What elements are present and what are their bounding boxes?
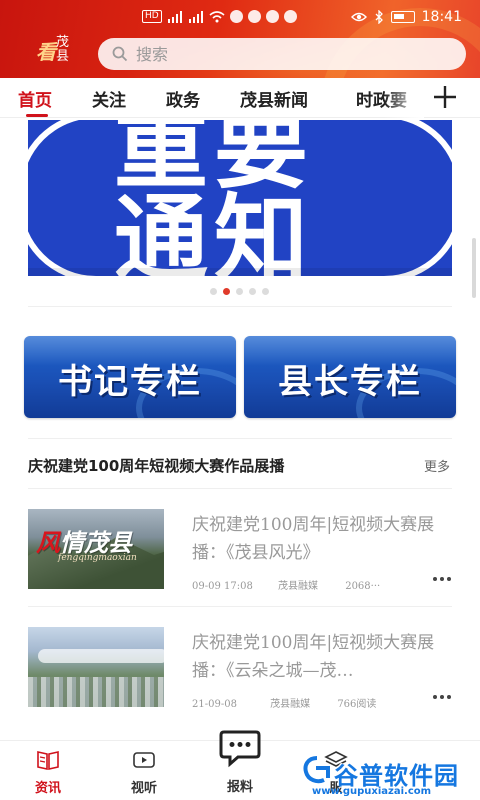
carousel-indicator — [210, 288, 269, 295]
carousel-dot[interactable] — [210, 288, 217, 295]
news-meta: 09-09 17:08 茂县融媒 2068··· — [192, 577, 432, 592]
divider — [28, 438, 452, 439]
banner-line-1: 重要 — [114, 120, 315, 202]
nav-news[interactable]: 资讯 — [8, 741, 88, 800]
news-title: 庆祝建党100周年|短视频大赛展播：《茂县风光》 — [192, 515, 435, 563]
thumbnail-town — [28, 677, 164, 707]
status-right: 18:41 — [350, 9, 462, 25]
news-date: 21-09-08 — [192, 699, 237, 710]
news-source: 茂县融媒 — [270, 699, 311, 710]
watermark-url: www.gupuxiazai.com — [312, 786, 432, 797]
secretary-column-label: 书记专栏 — [58, 362, 202, 402]
more-link[interactable]: 更多 — [424, 456, 450, 475]
tab-maoxian-news[interactable]: 茂县新闻 — [240, 86, 308, 111]
banner-shadow — [28, 268, 452, 276]
news-meta: 21-09-08 茂县融媒 766阅读 — [192, 695, 432, 710]
search-bar[interactable] — [98, 38, 466, 70]
banner-headline: 重要 通知 — [114, 120, 374, 276]
news-reads: 766阅读 — [337, 699, 377, 710]
search-icon — [112, 46, 128, 62]
secretary-column-button[interactable]: 书记专栏 — [24, 336, 236, 418]
thumbnail-clouds — [38, 649, 164, 663]
news-title: 庆祝建党100周年|短视频大赛展播：《云朵之城—茂… — [192, 633, 435, 681]
carousel-dot[interactable] — [236, 288, 243, 295]
search-input[interactable] — [136, 44, 416, 64]
thumbnail-subcaption: fengqingmaoxian — [58, 553, 137, 563]
nav-report-label: 报料 — [226, 780, 253, 795]
divider — [28, 306, 452, 307]
logo-mark: 看 — [36, 40, 56, 64]
county-head-column-label: 县长专栏 — [278, 362, 422, 402]
news-reads: 2068··· — [345, 581, 381, 592]
more-options-icon[interactable] — [432, 571, 452, 587]
news-source: 茂县融媒 — [278, 581, 319, 592]
carousel-dot[interactable] — [262, 288, 269, 295]
nav-av[interactable]: 视听 — [104, 741, 184, 800]
banner-bracket-right — [384, 120, 452, 276]
scrollbar[interactable] — [472, 238, 476, 298]
status-left: HD — [142, 10, 297, 23]
news-thumbnail — [28, 627, 164, 707]
news-item[interactable]: 庆祝建党100周年|短视频大赛展播：《云朵之城—茂… 21-09-08 茂县融媒… — [28, 627, 452, 735]
app-notify-icon — [229, 10, 243, 23]
tab-fade — [384, 78, 424, 118]
add-channel-icon[interactable] — [428, 80, 462, 114]
signal-icon — [167, 10, 182, 23]
banner-carousel[interactable]: 重要 通知 — [28, 120, 452, 276]
carousel-dot-active[interactable] — [223, 288, 230, 295]
tab-home[interactable]: 首页 — [18, 86, 52, 111]
bluetooth-icon — [375, 10, 383, 24]
divider — [28, 488, 452, 489]
news-thumbnail: 风情茂县 fengqingmaoxian — [28, 509, 164, 589]
nav-report[interactable]: 报料 — [200, 728, 280, 800]
app-header: HD 18:41 看 茂县 搜索 — [0, 0, 480, 78]
more-options-icon[interactable] — [432, 689, 452, 705]
tv-play-icon — [133, 752, 155, 768]
logo-text: 茂县 — [56, 35, 70, 64]
app-logo[interactable]: 看 茂县 — [30, 32, 82, 68]
watermark-logo-icon — [303, 756, 330, 784]
tab-government[interactable]: 政务 — [166, 86, 200, 111]
tab-follow[interactable]: 关注 — [92, 86, 126, 111]
app-notify-icon-3 — [265, 10, 279, 23]
eye-icon — [350, 12, 367, 22]
network-tag-hd: HD — [142, 10, 162, 23]
nav-news-label: 资讯 — [34, 781, 61, 796]
chat-report-icon — [219, 730, 261, 768]
nav-av-label: 视听 — [130, 781, 157, 796]
news-book-icon — [37, 751, 59, 770]
channel-tabs: 首页 关注 政务 茂县新闻 时政要 — [0, 78, 480, 118]
site-watermark: 谷普软件园 www.gupuxiazai.com — [300, 754, 480, 800]
active-tab-indicator — [26, 114, 48, 117]
banner-line-2: 通知 — [114, 185, 315, 277]
section-title: 庆祝建党100周年短视频大赛作品展播 — [28, 457, 285, 475]
status-bar: HD 18:41 — [0, 0, 480, 32]
signal-icon-2 — [188, 10, 203, 23]
app-notify-icon-4 — [283, 10, 297, 23]
banner-bracket-left — [28, 120, 96, 276]
county-head-column-button[interactable]: 县长专栏 — [244, 336, 456, 418]
carousel-dot[interactable] — [249, 288, 256, 295]
clock: 18:41 — [421, 9, 462, 25]
divider — [28, 606, 452, 607]
news-date: 09-09 17:08 — [192, 581, 253, 592]
wifi-icon — [209, 10, 225, 22]
battery-icon — [390, 11, 415, 23]
app-notify-icon-2 — [247, 10, 261, 23]
news-item[interactable]: 风情茂县 fengqingmaoxian 庆祝建党100周年|短视频大赛展播：《… — [28, 509, 452, 617]
